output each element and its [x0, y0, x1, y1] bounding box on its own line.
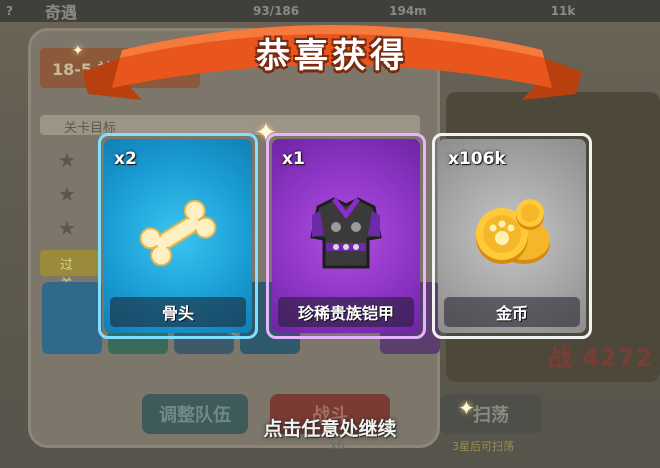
bone-icon: [101, 178, 255, 288]
reward-name: 珍稀贵族铠甲: [278, 297, 414, 327]
sparkle-icon: ✦: [72, 43, 84, 59]
power-value: 4272: [582, 344, 654, 372]
screen-title: 奇遇: [44, 3, 77, 22]
cleared-label: 过关: [40, 250, 100, 292]
goal-star-icon: ★: [58, 148, 76, 172]
goal-star-icon: ★: [58, 216, 76, 240]
enemy-thumbnail[interactable]: [42, 282, 102, 354]
power-prefix: 战: [548, 344, 573, 372]
power-display: 战 4272: [548, 338, 653, 373]
goal-label: 关卡目标: [40, 115, 420, 136]
reward-banner: 恭喜获得: [82, 8, 582, 104]
tap-to-continue[interactable]: 点击任意处继续: [0, 414, 660, 441]
reward-name: 金币: [444, 297, 580, 327]
reward-card-gold[interactable]: x106k 金币: [432, 133, 592, 339]
reward-name: 骨头: [110, 297, 246, 327]
reward-quantity: x106k: [448, 149, 506, 169]
goal-star-icon: ★: [58, 182, 76, 206]
reward-quantity: x2: [114, 149, 137, 169]
armor-icon: [269, 178, 423, 288]
help-icon[interactable]: ?: [6, 4, 13, 18]
reward-card-bone[interactable]: x2 骨头: [98, 133, 258, 339]
reward-quantity: x1: [282, 149, 305, 169]
banner-title: 恭喜获得: [256, 36, 408, 76]
reward-card-armor[interactable]: x1 珍稀贵族铠甲: [266, 133, 426, 339]
gold-coin-icon: [435, 178, 589, 288]
